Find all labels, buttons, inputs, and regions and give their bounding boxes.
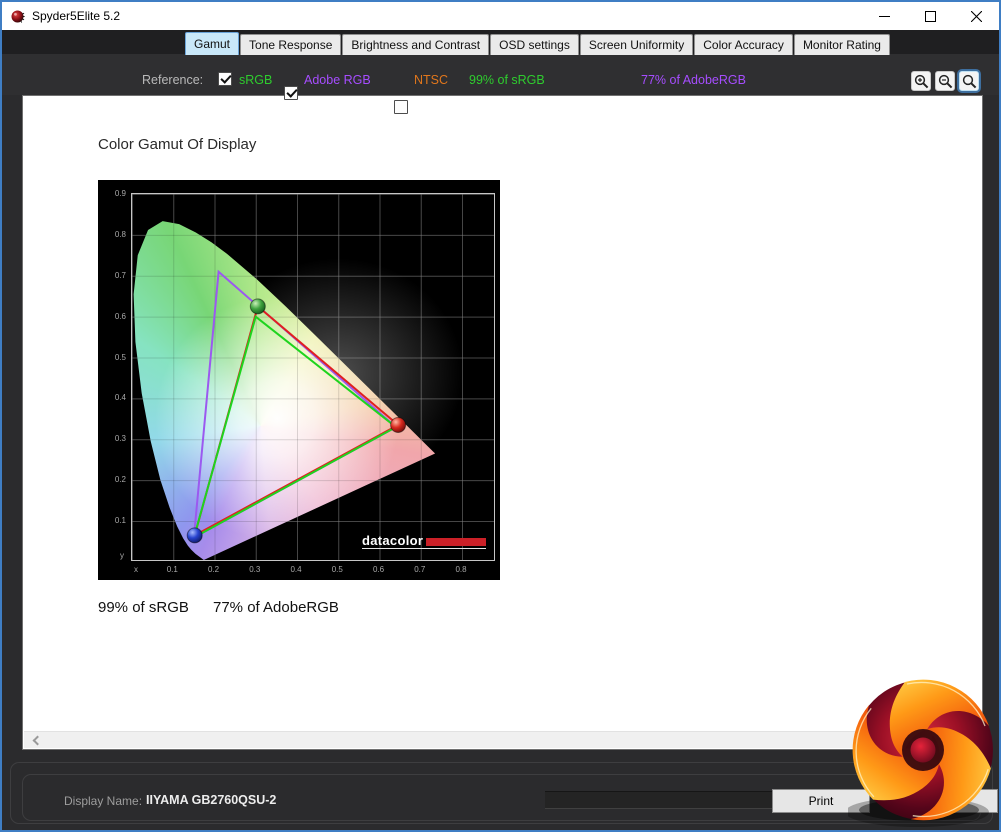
tab-brightness-contrast[interactable]: Brightness and Contrast <box>342 34 490 55</box>
ntsc-checkbox[interactable] <box>394 100 408 114</box>
coverage-results: 99% of sRGB 77% of AdobeRGB <box>98 599 339 616</box>
minimize-button[interactable] <box>861 2 907 30</box>
x-tick: 0.7 <box>414 565 426 574</box>
x-tick: 0.8 <box>455 565 467 574</box>
adobe-rgb-checkbox-label[interactable]: Adobe RGB <box>304 72 371 88</box>
y-tick: 0.3 <box>114 434 126 444</box>
page-title: Color Gamut Of Display <box>98 136 257 153</box>
srgb-checkbox[interactable] <box>218 72 232 86</box>
y-tick: 0.9 <box>114 189 126 198</box>
x-tick: 0.3 <box>249 565 261 574</box>
zoom-select-button[interactable] <box>959 71 979 91</box>
x-tick: 0.2 <box>207 565 220 574</box>
zoom-select-icon <box>962 74 976 88</box>
reference-label: Reference: <box>142 73 204 87</box>
report-panel: Color Gamut Of Display datacolor x y 0.1… <box>22 95 983 750</box>
title-bar: Spyder5Elite 5.2 <box>2 2 999 30</box>
adobe-coverage-text: 77% of AdobeRGB <box>641 73 746 87</box>
status-trough <box>545 791 772 809</box>
srgb-triangle <box>192 314 398 540</box>
maximize-button[interactable] <box>907 2 953 30</box>
window-title: Spyder5Elite 5.2 <box>32 9 121 23</box>
display-name-label: Display Name: <box>64 794 143 808</box>
ntsc-checkbox-label[interactable]: NTSC <box>414 72 448 88</box>
datacolor-red-bar <box>426 538 487 546</box>
y-tick: 0.7 <box>114 270 126 280</box>
zoom-out-icon <box>938 74 952 88</box>
tab-gamut[interactable]: Gamut <box>185 32 240 55</box>
y-axis-label: y <box>120 551 124 560</box>
tab-monitor-rating[interactable]: Monitor Rating <box>793 34 890 55</box>
zoom-in-icon <box>914 74 928 88</box>
adobe-rgb-checkbox[interactable] <box>284 86 298 100</box>
green-primary-marker <box>249 298 266 315</box>
x-axis-label: x <box>134 565 138 574</box>
tab-osd-settings[interactable]: OSD settings <box>490 34 579 55</box>
srgb-coverage-text: 99% of sRGB <box>469 73 545 87</box>
srgb-checkbox-label[interactable]: sRGB <box>239 72 272 88</box>
tab-color-accuracy[interactable]: Color Accuracy <box>694 34 793 55</box>
blue-primary-marker <box>186 527 203 544</box>
x-tick: 0.6 <box>372 565 385 574</box>
kitguru-logo <box>848 679 993 827</box>
y-tick: 0.8 <box>114 229 126 239</box>
srgb-result-text: 99% of sRGB <box>98 599 189 616</box>
x-tick: 0.4 <box>290 565 302 574</box>
y-tick: 0.5 <box>114 352 126 362</box>
minimize-icon <box>878 15 890 17</box>
red-primary-marker <box>390 417 407 433</box>
spyder-logo-icon <box>11 10 25 23</box>
display-name-value: IIYAMA GB2760QSU-2 <box>146 793 277 807</box>
tab-tone-response[interactable]: Tone Response <box>240 34 342 55</box>
horizontal-scrollbar[interactable] <box>24 731 981 748</box>
cie-gamut-chart: datacolor x y 0.1 0.2 0.3 0.4 0.5 0.6 0.7 0.8 0.… <box>98 180 500 580</box>
datacolor-text: datacolor <box>362 533 424 548</box>
datacolor-watermark: datacolor <box>362 533 487 549</box>
y-tick: 0.1 <box>114 516 126 526</box>
maximize-icon <box>924 10 936 22</box>
y-tick: 0.6 <box>114 311 126 321</box>
zoom-in-button[interactable] <box>911 71 931 91</box>
app-window: Spyder5Elite 5.2 Gamut Tone Response Bri… <box>0 0 1001 832</box>
close-button[interactable] <box>953 2 999 30</box>
tab-bar: Gamut Tone Response Brightness and Contr… <box>185 32 891 55</box>
adobe-rgb-triangle <box>192 269 398 540</box>
chevron-left-icon[interactable] <box>32 735 43 746</box>
tab-screen-uniformity[interactable]: Screen Uniformity <box>579 34 694 55</box>
gamut-triangles <box>186 269 407 544</box>
x-tick: 0.5 <box>331 565 343 574</box>
y-tick: 0.2 <box>114 475 126 485</box>
y-tick: 0.4 <box>114 393 126 403</box>
zoom-out-button[interactable] <box>935 71 955 91</box>
adobe-result-text: 77% of AdobeRGB <box>213 599 339 616</box>
close-icon <box>970 10 982 22</box>
x-tick: 0.1 <box>166 565 178 574</box>
plot-area: datacolor <box>131 193 495 561</box>
